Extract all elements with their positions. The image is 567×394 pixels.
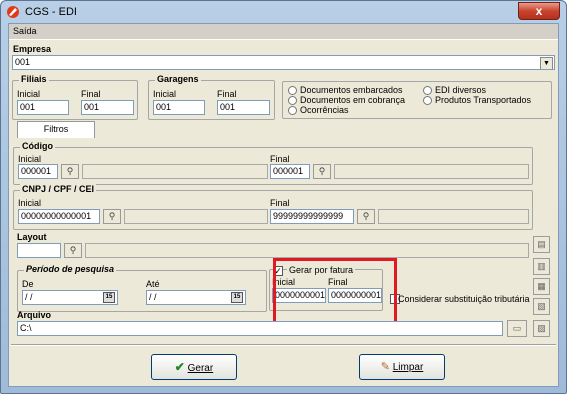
radio-ocorrencias[interactable] (288, 106, 297, 115)
radio-documentos-cobranca[interactable] (288, 96, 297, 105)
garagens-final-label: Final (217, 89, 237, 99)
tipo-group: Documentos embarcados Documentos em cobr… (282, 81, 552, 119)
cnpj-inicial-label: Inicial (18, 198, 42, 208)
edi-diversos-label: EDI diversos (435, 85, 487, 95)
periodo-de-label: De (22, 279, 34, 289)
cnpj-final-desc (378, 209, 529, 224)
empresa-value: 001 (15, 57, 31, 67)
periodo-group: Período de pesquisa De / / 15 Até / / 15 (17, 264, 267, 312)
cnpj-title: CNPJ / CPF / CEI (20, 184, 97, 194)
substituicao-label: Considerar substituição tributária (398, 294, 530, 304)
close-button[interactable]: x (518, 2, 560, 20)
gerar-button[interactable]: ✔ Gerar (151, 354, 237, 380)
layout-desc (85, 243, 529, 258)
cnpj-final-input[interactable]: 99999999999999 (270, 209, 354, 224)
periodo-ate-label: Até (146, 279, 160, 289)
binoculars-icon[interactable]: ⚲ (103, 209, 121, 224)
periodo-de-value: / / (25, 292, 33, 302)
document-icon[interactable]: ▤ (533, 236, 550, 253)
garagens-inicial-label: Inicial (153, 89, 177, 99)
codigo-inicial-desc (82, 164, 268, 179)
empresa-label: Empresa (13, 44, 52, 54)
periodo-ate-value: / / (149, 292, 157, 302)
cnpj-inicial-input[interactable]: 00000000000001 (18, 209, 100, 224)
arquivo-input[interactable]: C:\ (17, 321, 503, 336)
filiais-inicial-label: Inicial (17, 89, 41, 99)
documentos-cobranca-label: Documentos em cobrança (300, 95, 406, 105)
garagens-inicial-input[interactable]: 001 (153, 100, 205, 115)
radio-documentos-embarcados[interactable] (288, 86, 297, 95)
codigo-inicial-label: Inicial (18, 154, 42, 164)
codigo-title: Código (20, 141, 55, 151)
codigo-group: Código Inicial 000001 ⚲ Final 000001 ⚲ (13, 141, 533, 185)
menu-bar: Saída (9, 24, 558, 40)
title-bar[interactable]: CGS - EDI x (1, 1, 566, 23)
garagens-final-input[interactable]: 001 (217, 100, 270, 115)
empresa-select[interactable]: 001 ▼ (12, 55, 555, 70)
menu-item-saida[interactable]: Saída (13, 26, 37, 36)
app-window: CGS - EDI x Saída Empresa 001 ▼ Filiais … (0, 0, 567, 394)
cnpj-final-label: Final (270, 198, 290, 208)
limpar-button[interactable]: ✎ Limpar (359, 354, 445, 380)
codigo-inicial-input[interactable]: 000001 (18, 164, 58, 179)
layout-input[interactable] (17, 243, 61, 258)
print-icon[interactable]: ▦ (533, 278, 550, 295)
filiais-inicial-input[interactable]: 001 (17, 100, 69, 115)
highlight-box (273, 258, 397, 330)
tab-filtros[interactable]: Filtros (17, 121, 95, 138)
binoculars-icon[interactable]: ⚲ (357, 209, 375, 224)
broom-icon: ✎ (380, 361, 390, 373)
app-logo-icon (7, 6, 19, 18)
cnpj-inicial-desc (124, 209, 268, 224)
chevron-down-icon[interactable]: ▼ (540, 57, 553, 69)
gerar-label: Gerar (187, 363, 214, 374)
codigo-final-desc (334, 164, 529, 179)
binoculars-icon[interactable]: ⚲ (64, 243, 82, 258)
folder-icon[interactable]: ▭ (507, 320, 527, 337)
radio-produtos-transportados[interactable] (423, 96, 432, 105)
copy-icon[interactable]: ▥ (533, 258, 550, 275)
garagens-group: Garagens Inicial 001 Final 001 (148, 74, 275, 120)
periodo-title: Período de pesquisa (24, 264, 117, 274)
filiais-group: Filiais Inicial 001 Final 001 (12, 74, 138, 120)
filiais-final-label: Final (81, 89, 101, 99)
checkmark-icon: ✔ (174, 360, 185, 374)
client-area: Saída Empresa 001 ▼ Filiais Inicial 001 … (8, 23, 559, 387)
filiais-final-input[interactable]: 001 (81, 100, 134, 115)
binoculars-icon[interactable]: ⚲ (61, 164, 79, 179)
documentos-embarcados-label: Documentos embarcados (300, 85, 403, 95)
filiais-title: Filiais (19, 74, 49, 84)
limpar-label: Limpar (392, 362, 424, 373)
cnpj-group: CNPJ / CPF / CEI Inicial 00000000000001 … (13, 184, 533, 230)
codigo-final-label: Final (270, 154, 290, 164)
garagens-title: Garagens (155, 74, 201, 84)
import-icon[interactable]: ▨ (533, 320, 550, 337)
export-icon[interactable]: ▧ (533, 298, 550, 315)
ocorrencias-label: Ocorrências (300, 105, 349, 115)
radio-edi-diversos[interactable] (423, 86, 432, 95)
layout-label: Layout (17, 232, 47, 242)
separator (11, 344, 556, 346)
produtos-transportados-label: Produtos Transportados (435, 95, 532, 105)
window-title: CGS - EDI (25, 6, 77, 18)
calendar-icon[interactable]: 15 (231, 292, 243, 303)
calendar-icon[interactable]: 15 (103, 292, 115, 303)
arquivo-label: Arquivo (17, 310, 52, 320)
binoculars-icon[interactable]: ⚲ (313, 164, 331, 179)
codigo-final-input[interactable]: 000001 (270, 164, 310, 179)
